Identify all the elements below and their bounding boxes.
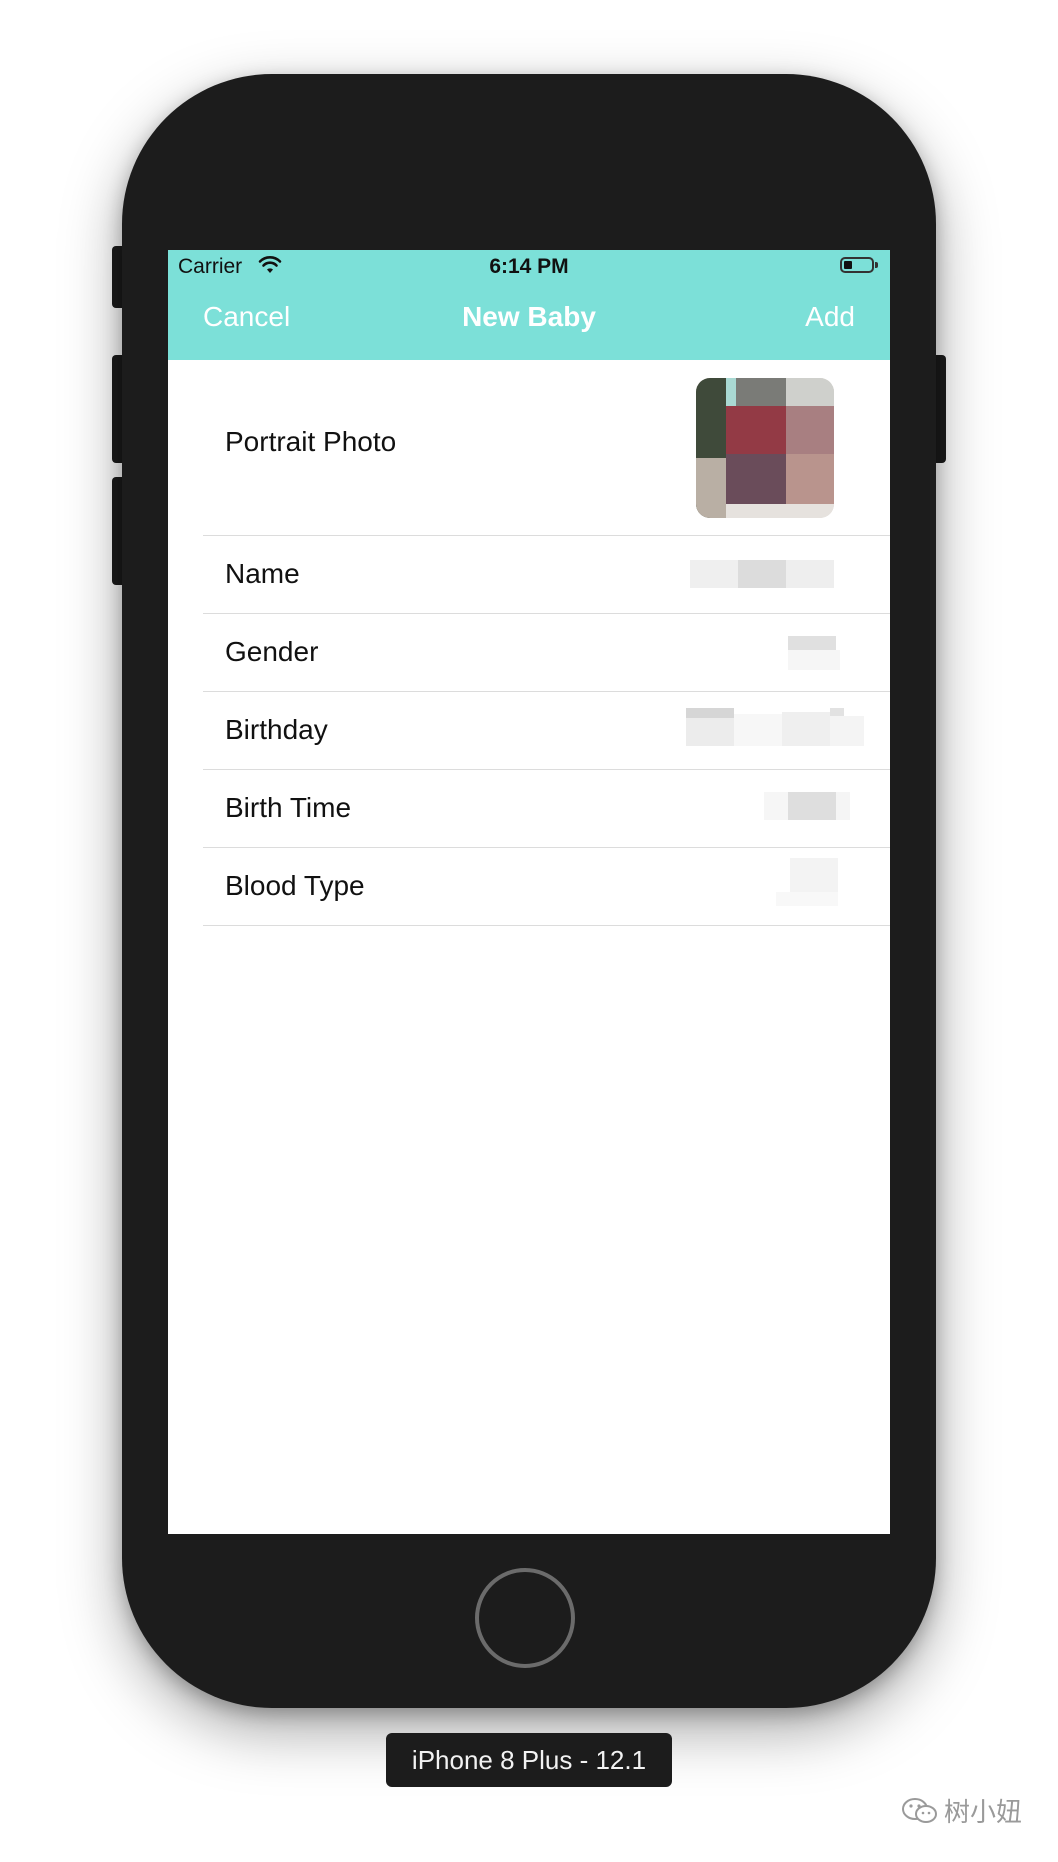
birth-time-row[interactable]: Birth Time [203, 770, 890, 848]
name-value-blurred [690, 560, 834, 588]
watermark-text: 树小妞 [944, 1797, 1023, 1827]
status-time: 6:14 PM [489, 255, 569, 278]
watermark: 树小妞 [900, 1792, 1022, 1833]
row-label: Name [225, 558, 300, 589]
birthday-row[interactable]: Birthday [203, 692, 890, 770]
row-label: Portrait Photo [225, 426, 397, 457]
row-label: Birth Time [225, 792, 352, 823]
navigation-bar: Cancel New Baby Add [168, 284, 890, 360]
portrait-photo-row[interactable]: Portrait Photo [203, 360, 890, 536]
simulator-device-label: iPhone 8 Plus - 12.1 [386, 1733, 672, 1787]
row-label: Blood Type [225, 870, 365, 901]
birthday-value-blurred [672, 708, 864, 746]
app-screen: Carrier 6:14 PM Cancel New Baby Add Port… [168, 250, 890, 1534]
status-bar: Carrier 6:14 PM [168, 250, 890, 284]
gender-row[interactable]: Gender [203, 614, 890, 692]
name-row[interactable]: Name [203, 536, 890, 614]
row-label: Gender [225, 636, 319, 667]
baby-form: Portrait Photo Name Gender Birthday Birt… [168, 360, 890, 926]
row-label: Birthday [225, 714, 328, 745]
gender-value-blurred [788, 636, 840, 672]
blood-type-row[interactable]: Blood Type [203, 848, 890, 926]
battery-icon [840, 257, 880, 275]
home-button[interactable] [475, 1568, 575, 1668]
birth-time-value-blurred [764, 792, 850, 820]
add-button[interactable]: Add [805, 301, 855, 333]
wechat-icon [900, 1796, 940, 1833]
blood-type-value-blurred [776, 858, 838, 906]
portrait-photo-thumbnail[interactable] [696, 378, 834, 518]
cancel-button[interactable]: Cancel [203, 301, 290, 333]
